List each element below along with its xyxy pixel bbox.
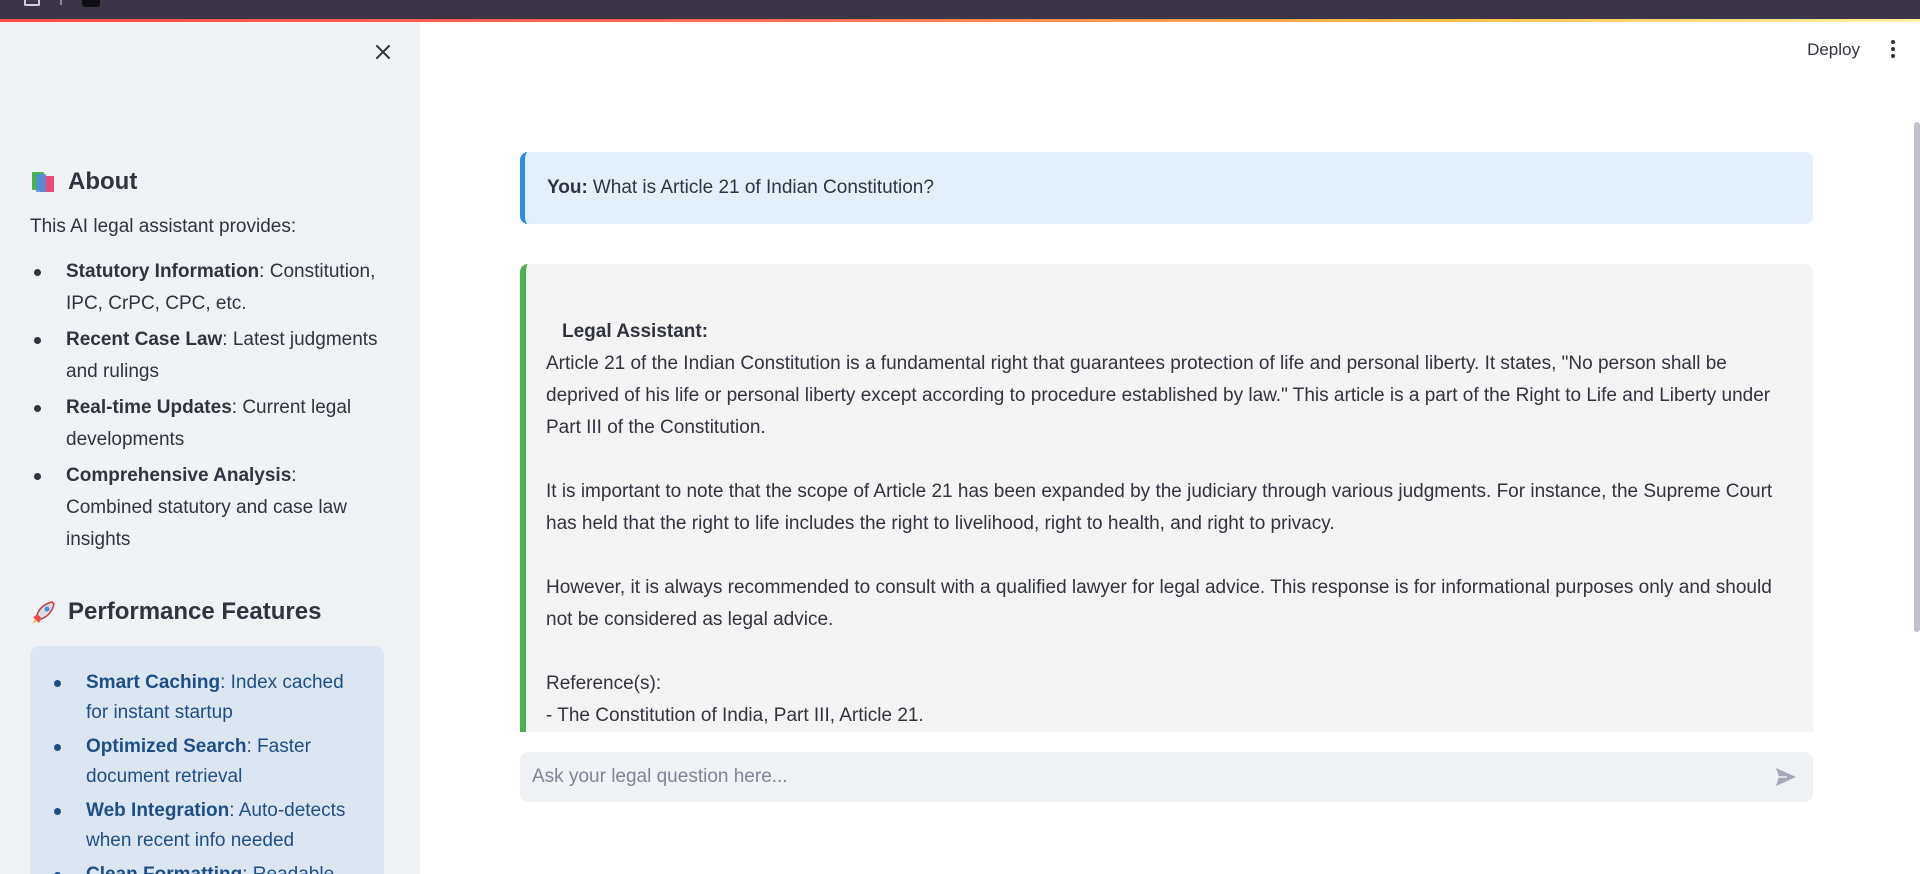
- about-list: Statutory Information: Constitution, IPC…: [30, 256, 382, 556]
- list-item: Statutory Information: Constitution, IPC…: [30, 256, 382, 320]
- send-button[interactable]: [1771, 762, 1801, 792]
- list-item: Comprehensive Analysis: Combined statuto…: [30, 460, 382, 556]
- list-item: Smart Caching: Index cached for instant …: [48, 668, 370, 728]
- books-icon: [30, 168, 58, 196]
- performance-heading: Performance Features: [30, 592, 382, 632]
- user-message: You: What is Article 21 of Indian Consti…: [520, 152, 1813, 224]
- main-area: Deploy You: What is Article 21 of Indian…: [420, 22, 1920, 874]
- rocket-icon: [30, 598, 58, 626]
- chat-input-bar: [520, 752, 1813, 802]
- assistant-paragraph: However, it is always recommended to con…: [546, 577, 1772, 630]
- scrollbar[interactable]: [1914, 122, 1920, 632]
- os-top-bar: [0, 0, 1920, 20]
- assistant-paragraph: - The Constitution of India, Part III, A…: [546, 705, 924, 726]
- close-icon: [376, 45, 390, 59]
- sidebar: About This AI legal assistant provides: …: [0, 22, 420, 874]
- user-prefix: You:: [547, 177, 588, 198]
- list-item: Web Integration: Auto-detects when recen…: [48, 796, 370, 856]
- chat-input[interactable]: [532, 766, 1771, 788]
- list-item: Real-time Updates: Current legal develop…: [30, 392, 382, 456]
- about-heading: About: [30, 162, 382, 202]
- user-message-text: What is Article 21 of Indian Constitutio…: [592, 177, 934, 198]
- assistant-paragraph: Reference(s):: [546, 673, 662, 694]
- performance-heading-text: Performance Features: [68, 598, 322, 625]
- assistant-paragraph: Article 21 of the Indian Constitution is…: [546, 353, 1771, 438]
- apps-grid-icon[interactable]: [24, 0, 40, 6]
- send-icon: [1776, 768, 1796, 786]
- divider: [60, 0, 62, 5]
- assistant-message: Legal Assistant: Article 21 of the India…: [520, 264, 1813, 732]
- deploy-button[interactable]: Deploy: [1807, 40, 1860, 60]
- app-icon[interactable]: [82, 0, 100, 7]
- assistant-body: Article 21 of the Indian Constitution is…: [546, 348, 1793, 732]
- about-heading-text: About: [68, 168, 138, 195]
- kebab-menu-icon[interactable]: [1888, 40, 1898, 62]
- list-item: Clean Formatting: Readable: [48, 860, 370, 874]
- performance-info-box: Smart Caching: Index cached for instant …: [30, 646, 384, 874]
- performance-list: Smart Caching: Index cached for instant …: [48, 668, 370, 874]
- list-item: Optimized Search: Faster document retrie…: [48, 732, 370, 792]
- close-sidebar-button[interactable]: [370, 39, 396, 65]
- about-intro: This AI legal assistant provides:: [30, 216, 297, 237]
- assistant-title: Legal Assistant:: [562, 321, 709, 342]
- list-item: Recent Case Law: Latest judgments and ru…: [30, 324, 382, 388]
- assistant-paragraph: It is important to note that the scope o…: [546, 481, 1773, 534]
